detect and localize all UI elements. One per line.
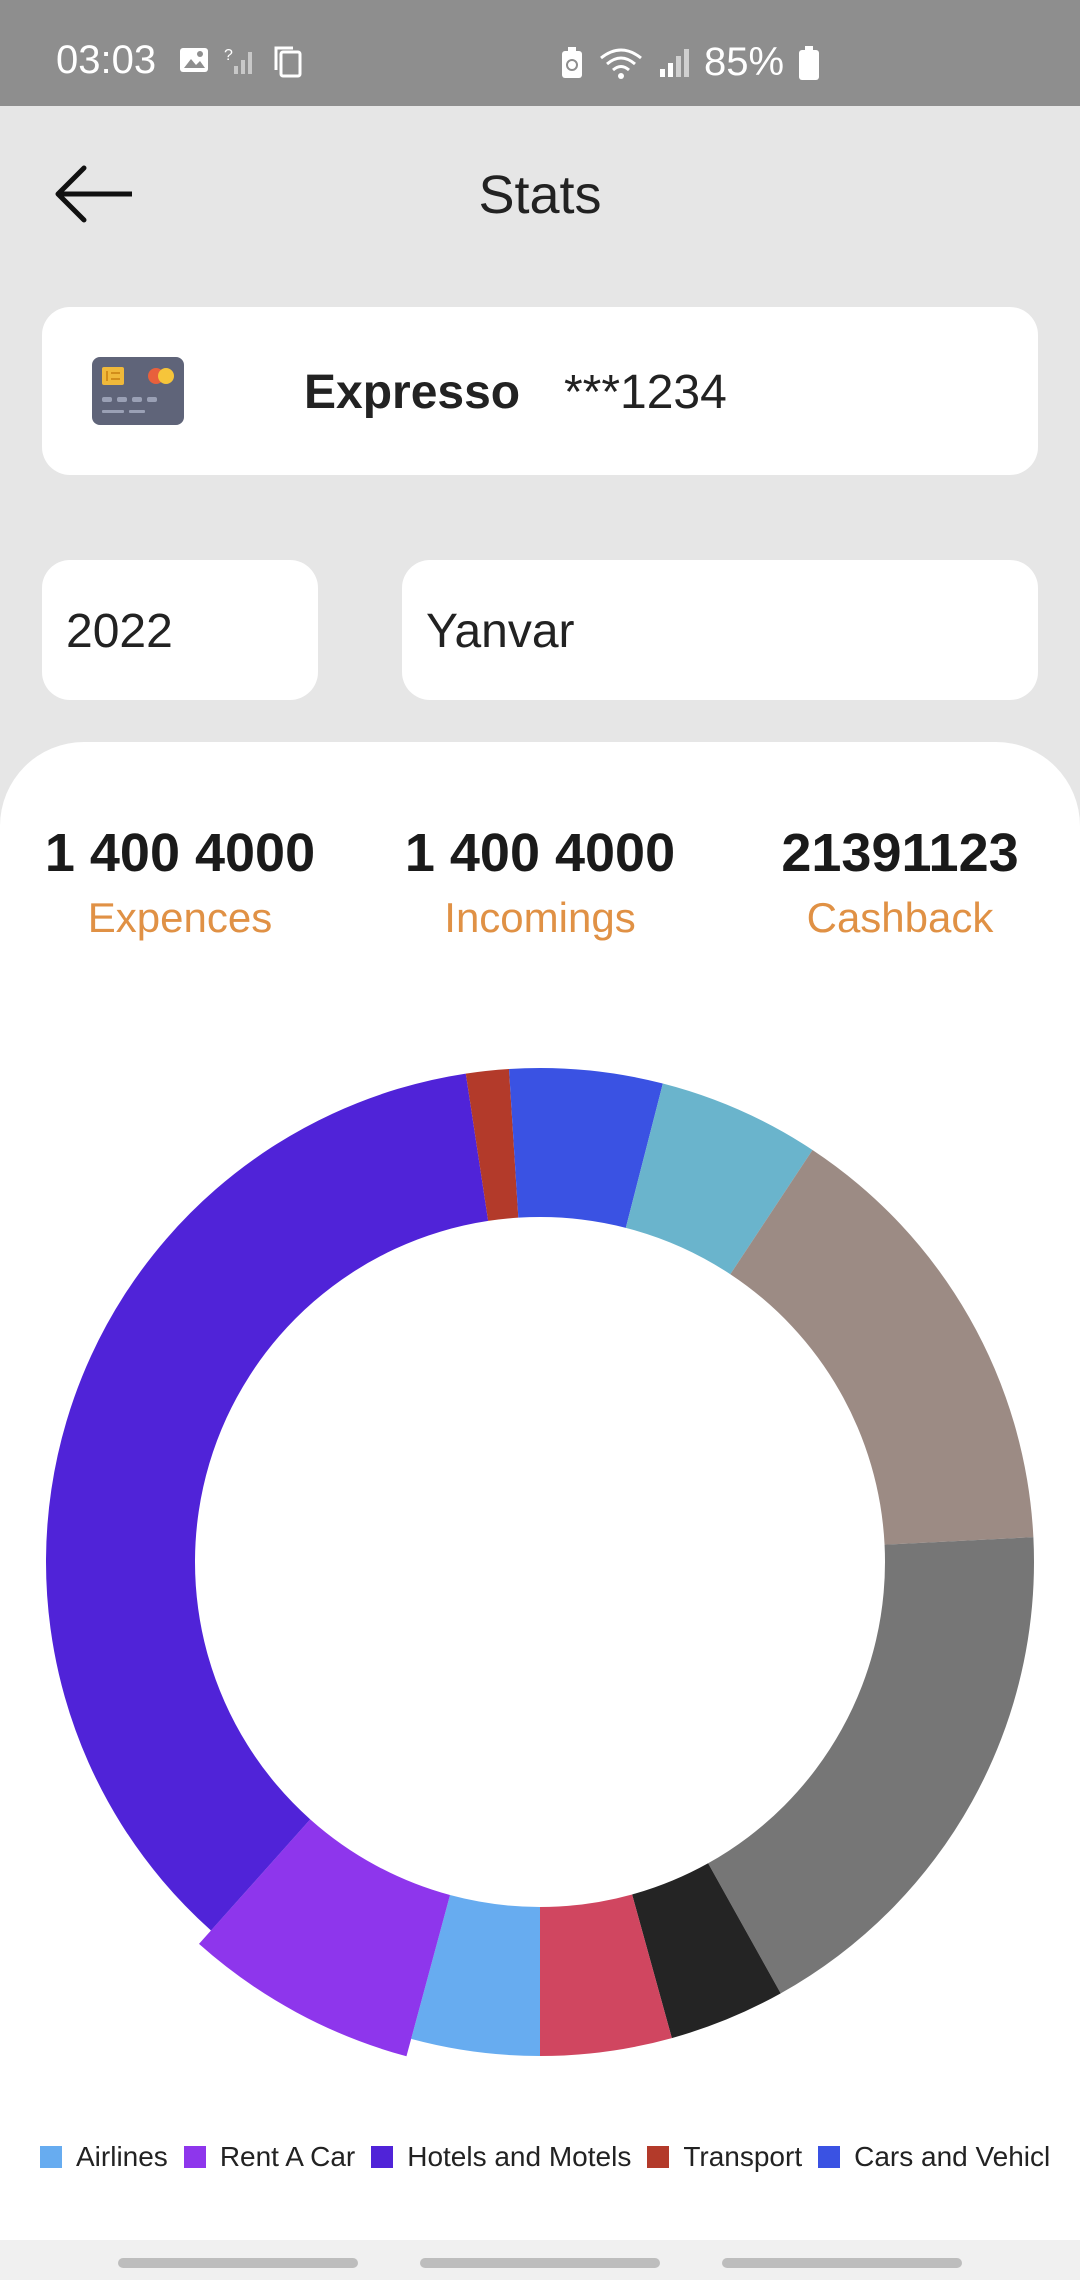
status-icons-left: ? <box>178 44 304 80</box>
card-number: ***1234 <box>564 366 727 419</box>
battery-icon <box>799 45 820 80</box>
status-icons-right: 85% <box>560 40 820 85</box>
cashback-summary: 21391123 Cashback <box>720 822 1080 942</box>
legend-item-transport[interactable]: Transport <box>647 2141 802 2173</box>
legend-swatch <box>371 2146 394 2168</box>
donut-slice-unlabeled-6[interactable] <box>730 1149 1034 1545</box>
svg-text:?: ? <box>224 47 233 64</box>
legend-item-hotels-and-motels[interactable]: Hotels and Motels <box>371 2141 631 2173</box>
nav-pill-home[interactable] <box>420 2258 660 2268</box>
page-title: Stats <box>478 165 602 225</box>
legend-label: Airlines <box>76 2141 168 2172</box>
legend-label: Cars and Vehicles <box>854 2141 1050 2172</box>
cashback-value: 21391123 <box>781 823 1019 883</box>
chart-legend: Airlines Rent A Car Hotels and Motels Trans… <box>40 2132 1050 2182</box>
legend-item-cars-and-vehicles[interactable]: Cars and Vehicles <box>818 2141 1050 2173</box>
nav-pill-recents[interactable] <box>118 2258 358 2268</box>
year-select[interactable]: 2022 <box>42 560 318 700</box>
legend-item-rent-a-car[interactable]: Rent A Car <box>183 2141 356 2173</box>
copy-icon <box>274 46 302 78</box>
battery-percentage: 85% <box>704 40 785 84</box>
donut-chart[interactable] <box>0 1042 1080 2102</box>
legend-swatch <box>183 2146 206 2168</box>
cashback-label: Cashback <box>806 894 994 941</box>
month-select[interactable]: Yanvar <box>402 560 1038 700</box>
expenses-value: 1 400 4000 <box>44 823 316 883</box>
legend-swatch <box>40 2146 62 2168</box>
no-signal-icon: ? <box>224 47 252 74</box>
incomings-summary: 1 400 4000 Incomings <box>360 822 720 942</box>
legend-swatch <box>818 2146 841 2168</box>
incomings-value: 1 400 4000 <box>404 823 676 883</box>
year-value: 2022 <box>66 605 173 658</box>
card-name: Expresso <box>304 366 521 419</box>
legend-item-airlines[interactable]: Airlines <box>40 2141 168 2173</box>
legend-label: Hotels and Motels <box>407 2141 632 2172</box>
signal-icon <box>660 48 689 77</box>
card-selector[interactable]: Expresso ***1234 <box>42 307 1038 475</box>
wifi-icon <box>600 48 642 79</box>
status-time: 03:03 <box>56 38 157 82</box>
status-bar: 03:03 ? 85% <box>0 0 1080 106</box>
expenses-label: Expences <box>87 894 273 941</box>
legend-label: Rent A Car <box>219 2141 356 2172</box>
credit-card-icon <box>92 357 184 425</box>
navigation-bar <box>0 2240 1080 2280</box>
donut-slice-hotels-and-motels[interactable] <box>46 1073 489 1931</box>
donut-slice-unlabeled-7[interactable] <box>708 1537 1034 1994</box>
battery-saver-icon <box>562 46 582 78</box>
legend-swatch <box>647 2146 670 2168</box>
expenses-summary: 1 400 4000 Expences <box>0 822 360 942</box>
header: Stats <box>0 106 1080 286</box>
legend-label: Transport <box>683 2141 803 2172</box>
stats-panel: 1 400 4000 Expences 1 400 4000 Incomings… <box>0 742 1080 2240</box>
month-value: Yanvar <box>426 605 575 658</box>
nav-pill-back[interactable] <box>722 2258 962 2268</box>
incomings-label: Incomings <box>444 894 636 941</box>
image-icon <box>180 48 208 72</box>
